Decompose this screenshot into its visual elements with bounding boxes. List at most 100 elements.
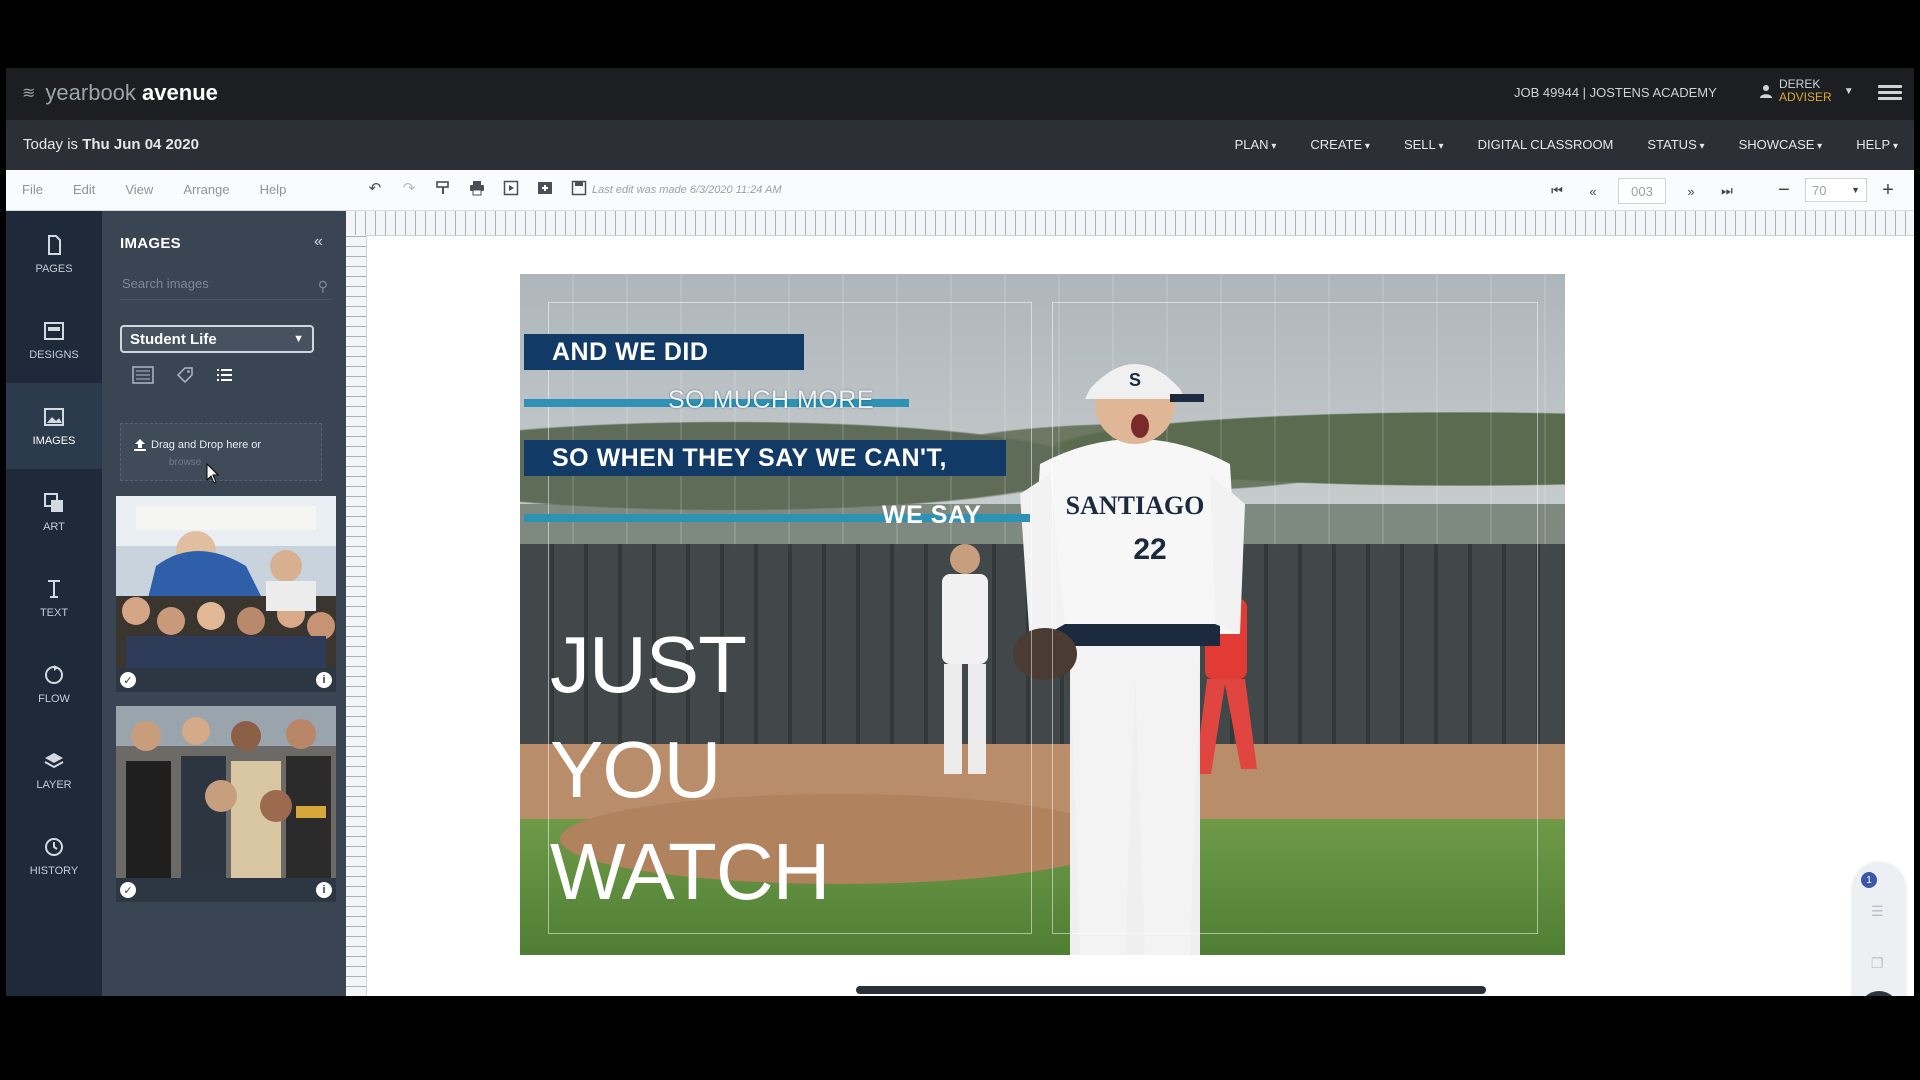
zoom-control: − 70 ▼ + [1773,178,1899,202]
logo-light-text: yearbook [45,80,136,105]
menu-view[interactable]: View [125,182,153,197]
user-menu[interactable]: DEREK ADVISER ▼ [1759,78,1854,104]
mouse-cursor-icon [206,463,220,484]
nav-plan[interactable]: PLAN [1235,137,1277,152]
rail-art[interactable]: ART [6,469,102,555]
rail-designs[interactable]: DESIGNS [6,297,102,383]
nav-sell[interactable]: SELL [1404,137,1444,152]
format-painter-icon[interactable] [433,178,453,198]
nav-showcase[interactable]: SHOWCASE [1739,137,1823,152]
rail-flow[interactable]: FLOW [6,641,102,727]
big-text-watch[interactable]: WATCH [550,826,830,918]
nav-digital-classroom[interactable]: DIGITAL CLASSROOM [1478,137,1614,152]
logo[interactable]: ≋ yearbook avenue [22,80,218,106]
list-icon[interactable]: ☰ [1871,903,1891,919]
rail-label: TEXT [39,607,69,619]
chat-button[interactable] [1859,991,1899,996]
horizontal-ruler [346,211,1914,236]
today-date: Thu Jun 04 2020 [82,136,199,153]
nav-create[interactable]: CREATE [1310,137,1370,152]
pages-icon [48,235,61,255]
vertical-ruler [346,235,367,996]
notification-badge: 1 [1861,872,1877,888]
rail-history[interactable]: HISTORY [6,813,102,899]
user-icon [1759,84,1773,98]
chevron-down-icon: ▼ [1851,185,1860,195]
rail-label: FLOW [38,693,70,705]
search-input[interactable] [120,275,304,292]
last-edit-text: Last edit was made 6/3/2020 11:24 AM [592,184,782,196]
zoom-value: 70 [1812,182,1827,198]
folder-select[interactable]: Student Life ▼ [120,325,314,353]
preview-icon[interactable] [501,178,521,198]
headline-line-2[interactable]: SO MUCH MORE [668,386,874,415]
collapse-panel-icon[interactable]: « [314,233,323,251]
top-bar: ≋ yearbook avenue JOB 49944 | JOSTENS AC… [6,68,1914,120]
last-page-icon[interactable]: ⏭ [1716,180,1738,202]
headline-line-3[interactable]: SO WHEN THEY SAY WE CAN'T, [524,440,1006,476]
yearbook-spread[interactable]: S SANTIAGO 22 AND WE DID SO MUCH MORE SO… [520,274,1565,955]
hamburger-menu-icon[interactable] [1878,82,1902,104]
nav-help[interactable]: HELP [1856,137,1898,152]
info-icon[interactable]: i [316,882,332,898]
next-page-icon[interactable]: » [1680,180,1702,202]
copy-icon[interactable]: ❐ [1871,955,1891,971]
print-icon[interactable] [467,178,487,198]
save-icon[interactable] [569,178,589,198]
view-filters [132,366,234,388]
check-icon[interactable]: ✓ [120,882,136,898]
today-prefix: Today is [23,136,79,153]
image-search: ⚲ [120,275,330,300]
chevron-down-icon: ▼ [293,333,304,345]
horizontal-scrollbar[interactable] [856,986,1486,994]
add-page-icon[interactable] [535,178,555,198]
browse-link[interactable]: browse [169,457,201,468]
nav-status[interactable]: STATUS [1647,137,1704,152]
gallery-view-icon[interactable] [132,366,154,388]
history-icon [45,838,63,856]
undo-icon[interactable]: ↶ [365,178,385,198]
art-icon [44,493,63,512]
upload-dropzone[interactable]: Drag and Drop here or browse [120,423,322,481]
menu-bar: File Edit View Arrange Help [22,182,286,197]
image-thumbnail[interactable]: ✓ i [116,496,336,692]
rail-label: PAGES [35,263,73,275]
check-icon[interactable]: ✓ [120,672,136,688]
chat-widget: 1 ☰ ❐ [1853,863,1905,996]
big-text-just[interactable]: JUST [550,619,747,711]
photo-frame-right [1052,302,1538,934]
list-view-icon[interactable] [216,366,234,388]
search-icon[interactable]: ⚲ [318,278,328,295]
rail-label: HISTORY [29,865,79,877]
menu-arrange[interactable]: Arrange [183,182,229,197]
rail-images[interactable]: IMAGES [6,383,102,469]
rail-layer[interactable]: LAYER [6,727,102,813]
thumbnail-image [116,706,336,878]
rail-label: IMAGES [32,435,76,447]
image-thumbnail[interactable]: ✓ i [116,706,336,902]
zoom-select[interactable]: 70 ▼ [1805,178,1867,202]
thumbnail-image [116,496,336,668]
zoom-in-icon[interactable]: + [1877,179,1899,201]
menu-file[interactable]: File [22,182,43,197]
rail-text[interactable]: TEXT [6,555,102,641]
menu-help[interactable]: Help [260,182,287,197]
redo-icon[interactable]: ↷ [399,178,419,198]
folder-select-value: Student Life [130,330,217,348]
editor-toolbar: File Edit View Arrange Help ↶ ↷ Last edi… [6,170,1914,211]
zoom-out-icon[interactable]: − [1773,179,1795,201]
menu-edit[interactable]: Edit [73,182,95,197]
tag-icon[interactable] [176,366,194,388]
info-icon[interactable]: i [316,672,332,688]
first-page-icon[interactable]: ⏮ [1546,180,1568,202]
text-icon [48,580,60,598]
page-number-input[interactable]: 003 [1618,178,1666,204]
designs-icon [44,322,64,340]
headline-line-1[interactable]: AND WE DID [524,334,804,370]
big-text-you[interactable]: YOU [550,724,721,816]
previous-page-icon[interactable]: « [1582,180,1604,202]
main-nav: Today is Thu Jun 04 2020 PLAN CREATE SEL… [6,120,1914,170]
headline-line-4[interactable]: WE SAY [882,501,981,530]
layer-icon [44,753,64,769]
rail-pages[interactable]: PAGES [6,211,102,297]
